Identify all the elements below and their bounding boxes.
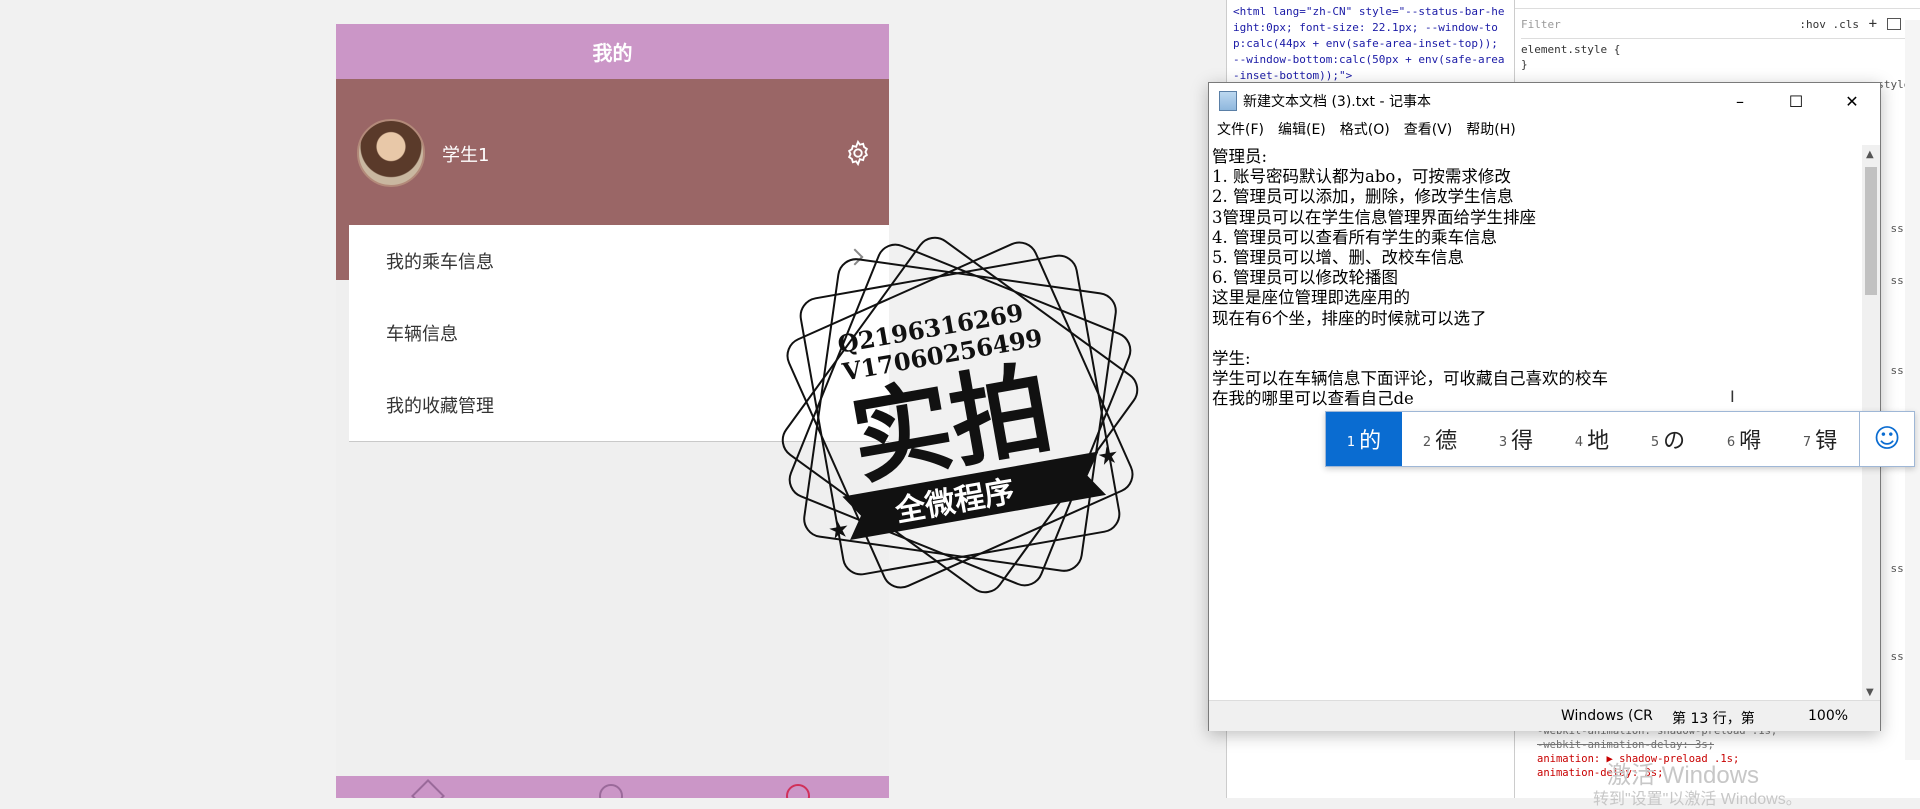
- menu-file[interactable]: 文件(F): [1217, 119, 1264, 141]
- discover-icon[interactable]: [599, 784, 623, 798]
- star-icon: ★: [1095, 440, 1121, 471]
- menu-format[interactable]: 格式(O): [1340, 119, 1390, 141]
- activate-windows-hint: 转到"设置"以激活 Windows。: [1593, 791, 1802, 808]
- menu-item-label: 我的收藏管理: [386, 396, 494, 417]
- ime-candidate[interactable]: 4地: [1554, 412, 1630, 466]
- hov-cls-toggle[interactable]: :hov .cls: [1799, 18, 1859, 31]
- star-icon: ★: [826, 514, 852, 545]
- text-cursor-icon: I: [1730, 387, 1735, 406]
- scroll-up-icon[interactable]: ▲: [1866, 149, 1874, 160]
- menu-view[interactable]: 查看(V): [1404, 119, 1453, 141]
- status-zoom: 100%: [1808, 708, 1849, 724]
- emoji-icon[interactable]: ☺: [1859, 412, 1914, 466]
- notepad-text-area[interactable]: 管理员: 1. 账号密码默认都为abo，可按需求修改 2. 管理员可以添加，删除…: [1212, 147, 1848, 625]
- ime-candidate[interactable]: 1的: [1326, 412, 1402, 466]
- toggle-sidebar-icon[interactable]: [1887, 18, 1901, 30]
- menu-edit[interactable]: 编辑(E): [1278, 119, 1326, 141]
- html-source[interactable]: <html lang="zh-CN" style="--status-bar-h…: [1233, 4, 1508, 84]
- watermark-stamp: Q2196316269 V17060256499 实拍 全微程序 ★ ★: [781, 236, 1139, 594]
- user-icon[interactable]: [786, 784, 810, 798]
- tab-bar: [336, 776, 889, 798]
- minimize-button[interactable]: –: [1712, 83, 1768, 119]
- username: 学生1: [442, 145, 490, 166]
- styles-filter[interactable]: Filter :hov .cls +: [1521, 10, 1911, 39]
- status-encoding: Windows (CR: [1561, 708, 1653, 724]
- notepad-title-bar[interactable]: 新建文本文档 (3).txt - 记事本 – ☐ ✕: [1209, 83, 1880, 119]
- status-position: 第 13 行，第: [1672, 711, 1755, 727]
- styles-scrollbar[interactable]: [1905, 20, 1920, 760]
- gear-icon[interactable]: [844, 139, 872, 167]
- menu-help[interactable]: 帮助(H): [1466, 119, 1515, 141]
- styles-tabs[interactable]: [1515, 0, 1920, 9]
- add-rule-icon[interactable]: +: [1869, 16, 1877, 32]
- close-button[interactable]: ✕: [1824, 83, 1880, 119]
- notepad-window: 新建文本文档 (3).txt - 记事本 – ☐ ✕ 文件(F) 编辑(E) 格…: [1208, 82, 1881, 731]
- css-prop[interactable]: -webkit-animation-delay: 3s;: [1537, 738, 1777, 752]
- ime-candidate[interactable]: 2德: [1402, 412, 1478, 466]
- ime-candidate[interactable]: 5の: [1630, 412, 1706, 466]
- ime-candidate[interactable]: 3得: [1478, 412, 1554, 466]
- notepad-icon: [1219, 91, 1237, 111]
- menu-item-label: 车辆信息: [386, 324, 458, 345]
- avatar[interactable]: [357, 119, 425, 187]
- notepad-status-bar: Windows (CR 第 13 行，第 100%: [1209, 700, 1880, 731]
- element-style-rule: element.style { }: [1521, 43, 1621, 71]
- ime-candidate-bar: 1的 2德 3得 4地 5の 6嘚 7锝 ☺: [1325, 411, 1915, 467]
- notepad-menu-bar: 文件(F) 编辑(E) 格式(O) 查看(V) 帮助(H): [1209, 119, 1880, 141]
- scrollbar-thumb[interactable]: [1865, 167, 1877, 295]
- home-icon[interactable]: [411, 779, 445, 798]
- maximize-button[interactable]: ☐: [1768, 83, 1824, 119]
- page-title: 我的: [336, 24, 889, 79]
- window-title: 新建文本文档 (3).txt - 记事本: [1243, 94, 1431, 110]
- ime-candidate[interactable]: 7锝: [1782, 412, 1858, 466]
- menu-item-label: 我的乘车信息: [386, 252, 494, 273]
- ime-candidate[interactable]: 6嘚: [1706, 412, 1782, 466]
- filter-input[interactable]: Filter: [1521, 18, 1561, 31]
- scroll-down-icon[interactable]: ▼: [1866, 687, 1874, 698]
